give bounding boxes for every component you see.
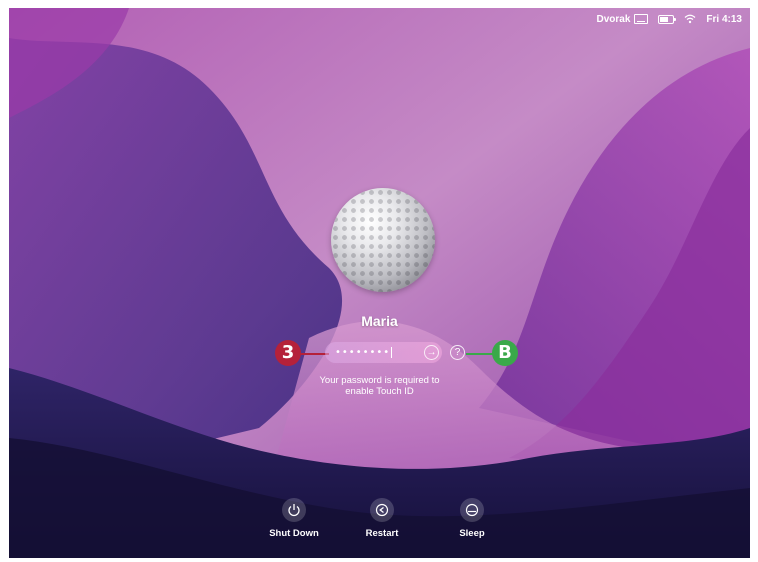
password-hint-text: Your password is required to enable Touc… [9,375,750,397]
user-avatar[interactable] [331,188,435,292]
user-name: Maria [361,313,398,329]
arrow-right-icon: → [426,347,437,358]
battery-menu[interactable] [658,14,677,24]
restart-icon-circle [370,498,394,522]
help-icon: ? [454,347,461,358]
clock: Fri 4:13 [706,14,742,25]
hint-line-1: Your password is required to [319,375,440,386]
sleep-button[interactable]: Sleep [437,498,507,539]
text-caret [391,347,393,358]
submit-arrow-button[interactable]: → [424,345,439,360]
power-icon [288,504,300,517]
callout-label-badge: B [492,340,518,366]
shut-down-button[interactable]: Shut Down [259,498,329,539]
menu-bar: Dvorak Fri 4:13 [597,8,750,30]
wifi-icon [684,14,696,24]
hint-line-2: enable Touch ID [345,386,414,397]
restart-icon [375,503,389,517]
callout-step-badge: 3 [275,340,301,366]
password-hint-button[interactable]: ? [450,345,465,360]
wifi-menu[interactable] [684,14,696,24]
sleep-icon [465,503,479,517]
restart-button[interactable]: Restart [347,498,417,539]
shut-down-label: Shut Down [269,528,319,539]
restart-label: Restart [365,528,399,539]
power-icon-circle [282,498,306,522]
callout-connector-b [466,353,494,355]
clock-label: Fri 4:13 [706,13,742,25]
password-field[interactable]: •••••••• → [325,342,442,363]
battery-icon [658,14,677,24]
golf-ball-texture [331,188,435,292]
keyboard-layout-menu[interactable]: Dvorak [597,14,649,25]
sleep-label: Sleep [459,528,485,539]
keyboard-layout-label: Dvorak [596,13,631,25]
password-mask: •••••••• [335,347,391,358]
keyboard-icon [634,14,649,24]
sleep-icon-circle [460,498,484,522]
login-screen: Dvorak Fri 4:13 Maria 3 •••••••• → ? B Y… [9,8,750,558]
